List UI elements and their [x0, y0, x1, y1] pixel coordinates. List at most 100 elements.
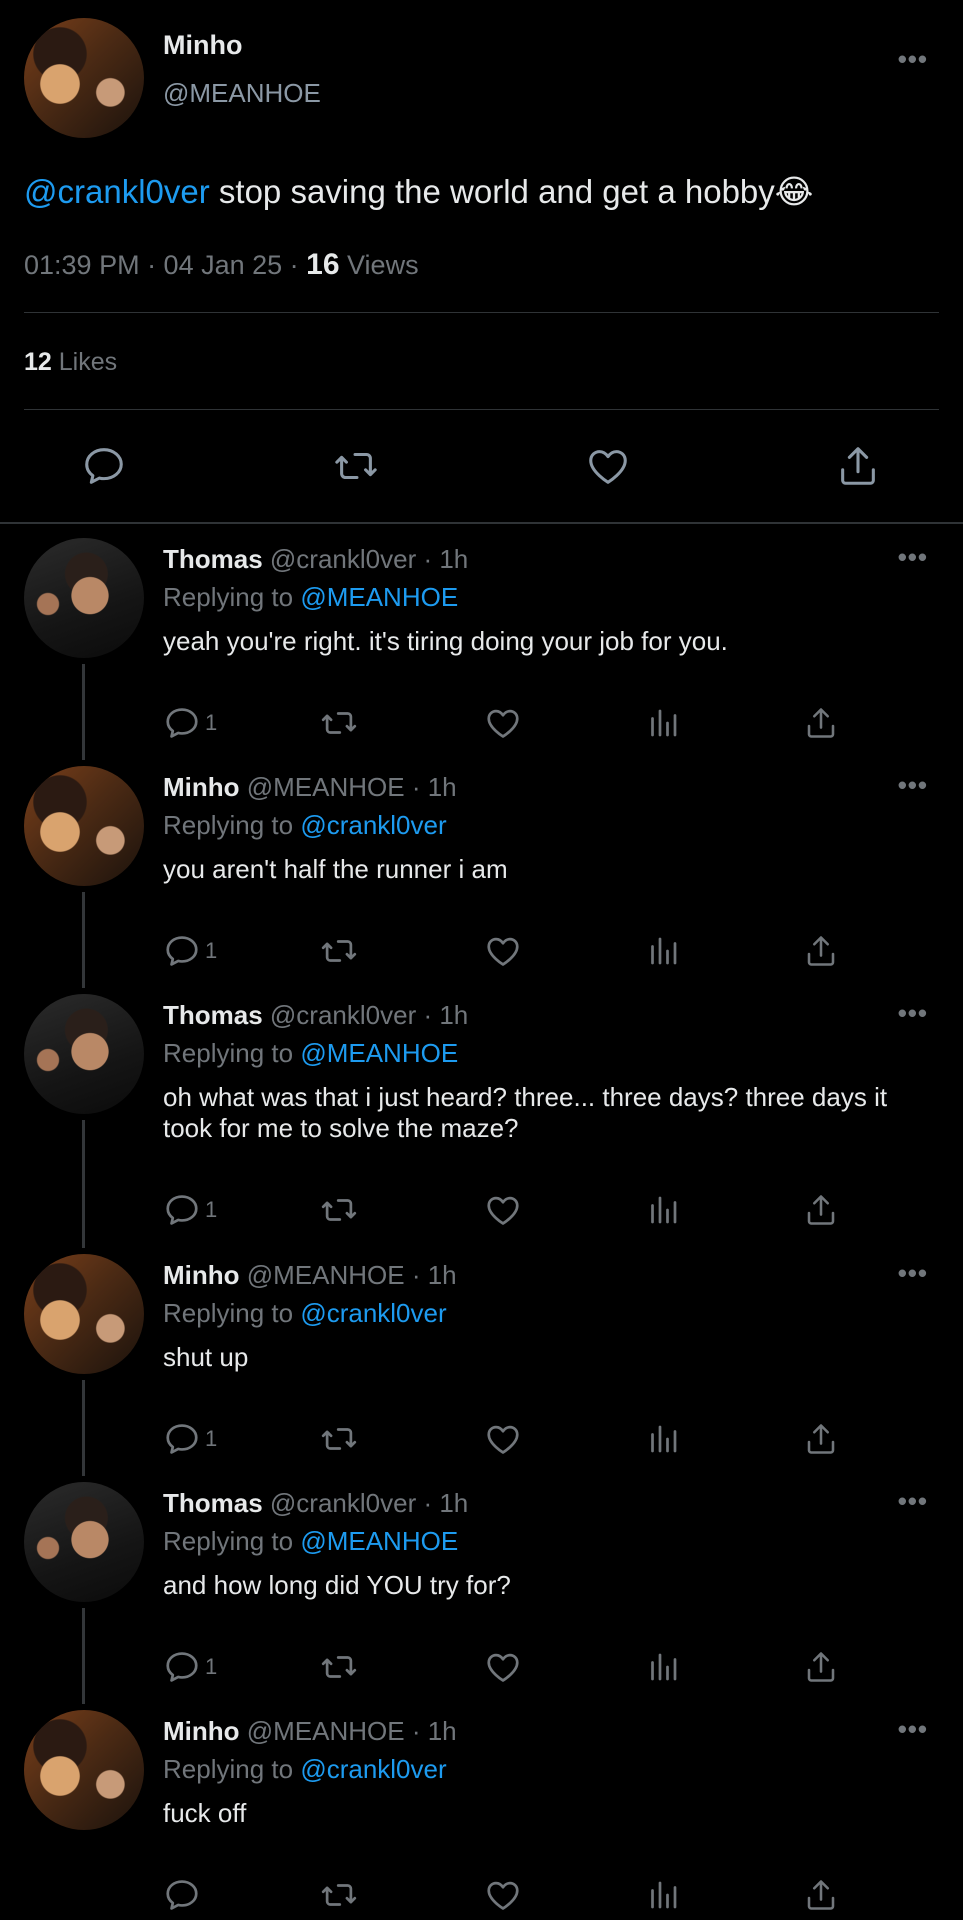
like-button[interactable] — [484, 1417, 522, 1461]
replying-to: Replying to @MEANHOE — [163, 1038, 458, 1069]
reply-tweet[interactable]: Minho @MEANHOE · 1h ••• Replying to @crank… — [0, 1254, 963, 1474]
more-icon[interactable]: ••• — [898, 1258, 928, 1289]
replying-prefix: Replying to — [163, 810, 301, 840]
share-button[interactable] — [803, 701, 839, 745]
mention-link[interactable]: @crankl0ver — [300, 810, 446, 840]
author-name[interactable]: Minho — [163, 1260, 240, 1290]
share-button[interactable] — [803, 1188, 839, 1232]
retweet-button[interactable] — [330, 440, 382, 492]
reply-tweet[interactable]: Minho @MEANHOE · 1h ••• Replying to @crank… — [0, 766, 963, 986]
retweet-button[interactable] — [318, 1873, 360, 1917]
like-button[interactable] — [484, 929, 522, 973]
reply-button[interactable] — [163, 1873, 205, 1917]
share-button[interactable] — [803, 1417, 839, 1461]
reply-button[interactable]: 1 — [163, 1645, 217, 1689]
more-icon[interactable]: ••• — [898, 1486, 928, 1517]
mention-link[interactable]: @crankl0ver — [300, 1754, 446, 1784]
author-name[interactable]: Minho — [163, 1716, 240, 1746]
retweet-button[interactable] — [318, 1645, 360, 1689]
author-handle[interactable]: @MEANHOE — [163, 78, 321, 109]
more-icon[interactable]: ••• — [898, 542, 928, 573]
retweet-button[interactable] — [318, 701, 360, 745]
reply-button[interactable] — [78, 440, 130, 492]
mention-link[interactable]: @MEANHOE — [300, 1038, 458, 1068]
share-icon — [807, 1880, 835, 1910]
author-meta[interactable]: @MEANHOE · 1h — [240, 1260, 457, 1290]
author-meta[interactable]: @crankl0ver · 1h — [263, 1488, 468, 1518]
reply-icon — [166, 1195, 198, 1225]
author-meta[interactable]: @MEANHOE · 1h — [240, 1716, 457, 1746]
share-button[interactable] — [803, 929, 839, 973]
avatar[interactable] — [24, 766, 144, 886]
avatar[interactable] — [24, 18, 144, 138]
share-button[interactable] — [803, 1873, 839, 1917]
more-icon[interactable]: ••• — [898, 770, 928, 801]
reply-button[interactable]: 1 — [163, 929, 217, 973]
reply-text: oh what was that i just heard? three... … — [163, 1082, 888, 1143]
mention-link[interactable]: @crankl0ver — [24, 173, 210, 210]
retweet-icon — [321, 1428, 357, 1450]
tweet-text: @crankl0ver stop saving the world and ge… — [24, 172, 813, 211]
retweet-button[interactable] — [318, 929, 360, 973]
reply-tweet[interactable]: Thomas @crankl0ver · 1h ••• Replying to @M… — [0, 538, 963, 758]
reply-tweet[interactable]: Minho @MEANHOE · 1h ••• Replying to @crank… — [0, 1710, 963, 1920]
retweet-icon — [321, 1884, 357, 1906]
mention-link[interactable]: @crankl0ver — [300, 1298, 446, 1328]
more-icon[interactable]: ••• — [898, 998, 928, 1029]
retweet-button[interactable] — [318, 1417, 360, 1461]
like-button[interactable] — [484, 701, 522, 745]
views-icon — [651, 1653, 677, 1681]
views-button[interactable] — [645, 1188, 681, 1232]
reply-count: 1 — [205, 1426, 218, 1451]
likes-label: Likes — [51, 348, 118, 376]
reply-tweet[interactable]: Thomas @crankl0ver · 1h ••• Replying to @M… — [0, 994, 963, 1225]
more-icon[interactable]: ••• — [898, 1714, 928, 1745]
avatar[interactable] — [24, 538, 144, 658]
author-meta[interactable]: @MEANHOE · 1h — [240, 772, 457, 802]
timestamp[interactable]: 01:39 PM · 04 Jan 25 · — [24, 250, 306, 280]
retweet-button[interactable] — [318, 1188, 360, 1232]
views-button[interactable] — [645, 1645, 681, 1689]
author-name[interactable]: Minho — [163, 30, 242, 61]
avatar[interactable] — [24, 994, 144, 1114]
divider — [24, 409, 939, 410]
author-name[interactable]: Minho — [163, 772, 240, 802]
author-name[interactable]: Thomas — [163, 544, 263, 574]
replying-to: Replying to @MEANHOE — [163, 1526, 458, 1557]
like-button[interactable] — [484, 1873, 522, 1917]
reply-button[interactable]: 1 — [163, 1188, 217, 1232]
divider — [24, 312, 939, 313]
reply-button[interactable]: 1 — [163, 1417, 217, 1461]
replying-to: Replying to @MEANHOE — [163, 582, 458, 613]
reply-tweet[interactable]: Thomas @crankl0ver · 1h ••• Replying to @M… — [0, 1482, 963, 1702]
views-button[interactable] — [645, 929, 681, 973]
avatar[interactable] — [24, 1482, 144, 1602]
author-meta[interactable]: @crankl0ver · 1h — [263, 544, 468, 574]
reply-count: 1 — [205, 1654, 218, 1679]
mention-link[interactable]: @MEANHOE — [300, 582, 458, 612]
like-button[interactable] — [484, 1645, 522, 1689]
like-button[interactable] — [484, 1188, 522, 1232]
avatar[interactable] — [24, 1710, 144, 1830]
views-button[interactable] — [645, 1417, 681, 1461]
share-icon — [807, 1195, 835, 1225]
author-meta[interactable]: @crankl0ver · 1h — [263, 1000, 468, 1030]
like-button[interactable] — [582, 440, 634, 492]
share-icon — [841, 447, 875, 485]
tweet-meta: 01:39 PM · 04 Jan 25 · 16 Views — [24, 248, 419, 282]
likes-stat[interactable]: 12 Likes — [24, 348, 117, 377]
author-name[interactable]: Thomas — [163, 1488, 263, 1518]
avatar[interactable] — [24, 1254, 144, 1374]
more-icon[interactable]: ••• — [898, 44, 928, 75]
share-button[interactable] — [803, 1645, 839, 1689]
reply-button[interactable]: 1 — [163, 701, 217, 745]
share-button[interactable] — [832, 440, 884, 492]
author-name[interactable]: Thomas — [163, 1000, 263, 1030]
views-icon — [651, 937, 677, 965]
mention-link[interactable]: @MEANHOE — [300, 1526, 458, 1556]
retweet-icon — [321, 712, 357, 734]
views-button[interactable] — [645, 701, 681, 745]
share-icon — [807, 708, 835, 738]
reply-header: Thomas @crankl0ver · 1h — [163, 1488, 468, 1519]
views-button[interactable] — [645, 1873, 681, 1917]
